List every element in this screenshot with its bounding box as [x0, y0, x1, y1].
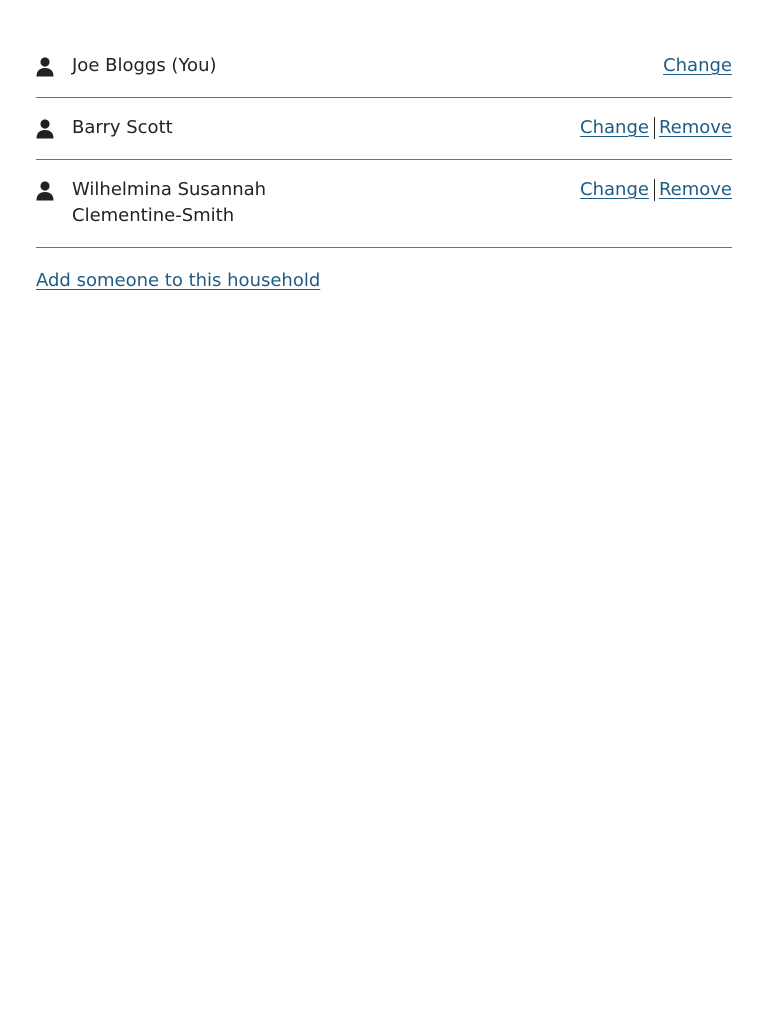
person-icon	[36, 57, 54, 77]
member-actions: Change Remove	[580, 115, 732, 141]
remove-member-link[interactable]: Remove	[659, 177, 732, 203]
member-name: Barry Scott	[72, 117, 173, 138]
household-member-row: Barry Scott Change Remove	[36, 98, 732, 160]
change-member-link[interactable]: Change	[580, 115, 649, 141]
change-member-link[interactable]: Change	[580, 177, 649, 203]
household-member-row: Joe Bloggs (You) Change	[36, 36, 732, 98]
member-actions: Change Remove	[580, 177, 732, 203]
member-actions: Change	[663, 53, 732, 79]
person-icon	[36, 119, 54, 139]
household-member-row: Wilhelmina Susannah Clementine-Smith Cha…	[36, 160, 732, 248]
change-member-link[interactable]: Change	[663, 53, 732, 79]
person-icon	[36, 181, 54, 201]
action-separator	[653, 117, 655, 139]
household-member-list: Joe Bloggs (You) Change Barry Scott Chan…	[36, 36, 732, 248]
add-household-member-link[interactable]: Add someone to this household	[36, 268, 320, 294]
member-name: Joe Bloggs (You)	[72, 55, 217, 76]
member-name: Wilhelmina Susannah Clementine-Smith	[72, 179, 267, 226]
action-separator	[653, 179, 655, 201]
remove-member-link[interactable]: Remove	[659, 115, 732, 141]
household-summary: Joe Bloggs (You) Change Barry Scott Chan…	[36, 36, 732, 294]
